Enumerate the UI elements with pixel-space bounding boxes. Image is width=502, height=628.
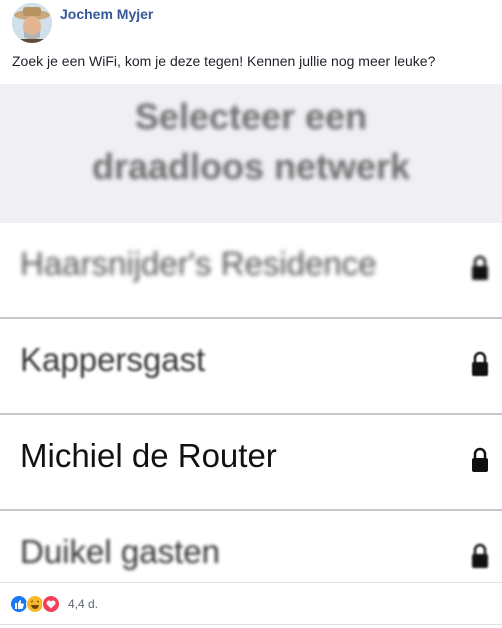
divider <box>0 582 502 583</box>
lock-icon <box>472 255 488 280</box>
wifi-title-line-1: Selecteer een <box>134 96 368 137</box>
wifi-network-row: Kappersgast <box>0 319 502 415</box>
wifi-network-row: Duikel gasten <box>0 511 502 582</box>
author-name[interactable]: Jochem Myjer <box>60 6 153 22</box>
wifi-screen-title: Selecteer een draadloos netwerk <box>0 86 502 222</box>
post-photo[interactable]: Selecteer een draadloos netwerk Haarsnij… <box>0 84 502 582</box>
wifi-network-row: Haarsnijder's Residence <box>0 223 502 319</box>
post-text: Zoek je een WiFi, kom je deze tegen! Ken… <box>12 53 436 69</box>
wifi-network-list: Haarsnijder's Residence Kappersgast Mich… <box>0 223 502 582</box>
love-icon <box>42 595 60 613</box>
lock-icon <box>472 447 488 472</box>
post-header: Jochem Myjer <box>0 0 502 50</box>
wifi-network-name: Kappersgast <box>20 341 206 378</box>
avatar[interactable] <box>12 3 52 43</box>
divider <box>0 624 502 625</box>
wifi-network-name: Michiel de Router <box>20 437 277 474</box>
reactions-bar[interactable]: 4,4 d. <box>10 595 98 613</box>
lock-icon <box>472 543 488 568</box>
lock-icon <box>472 351 488 376</box>
reaction-count[interactable]: 4,4 d. <box>68 597 98 611</box>
wifi-network-name: Haarsnijder's Residence <box>20 245 377 282</box>
wifi-network-row: Michiel de Router <box>0 415 502 511</box>
wifi-network-name: Duikel gasten <box>20 533 220 570</box>
wifi-title-line-2: draadloos netwerk <box>91 146 411 187</box>
